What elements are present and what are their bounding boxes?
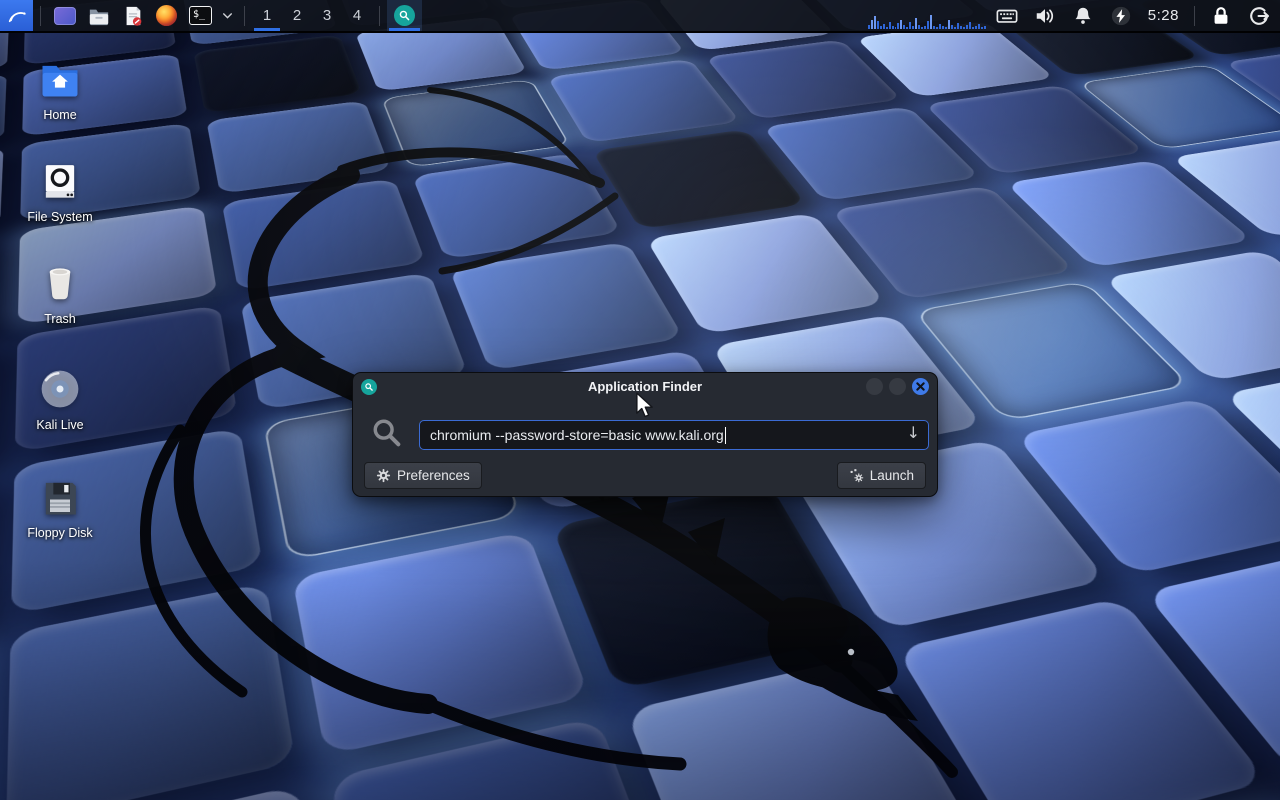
- command-input[interactable]: chromium --password-store=basic www.kali…: [419, 420, 929, 450]
- file-manager-launcher[interactable]: [82, 0, 116, 31]
- cube: [381, 79, 570, 168]
- panel-separator: [379, 6, 380, 26]
- launch-label: Launch: [870, 468, 914, 483]
- workspace-3-label: 3: [323, 7, 331, 24]
- taskbar-application-finder[interactable]: [387, 0, 422, 31]
- desktop-icon-label: Trash: [44, 312, 76, 326]
- application-finder-task-icon: [394, 5, 415, 26]
- cube: [412, 153, 622, 259]
- text-editor-icon: [122, 5, 144, 27]
- kali-logo-icon: [6, 5, 27, 27]
- show-desktop-icon: [54, 7, 76, 25]
- trash-can-icon: [39, 262, 81, 304]
- preferences-button[interactable]: Preferences: [364, 462, 482, 489]
- cube: [592, 129, 806, 229]
- firefox-launcher[interactable]: [150, 0, 183, 31]
- terminal-icon: $_: [189, 6, 212, 25]
- desktop-icon-trash[interactable]: Trash: [8, 262, 112, 326]
- top-panel: $_ 1 2 3 4: [0, 0, 1280, 33]
- panel-separator: [244, 6, 245, 26]
- cube: [193, 34, 362, 113]
- chevron-down-icon: [221, 9, 234, 22]
- notifications-bell-icon[interactable]: [1072, 5, 1094, 27]
- log-out-icon[interactable]: [1248, 5, 1270, 27]
- hard-drive-icon: [39, 160, 81, 202]
- desktop-icon-label: Kali Live: [36, 418, 83, 432]
- show-desktop-button[interactable]: [48, 0, 82, 31]
- desktop-icon-label: Home: [43, 108, 76, 122]
- home-folder-icon: [39, 58, 81, 100]
- firefox-icon: [156, 5, 177, 26]
- panel-left-group: $_ 1 2 3 4: [0, 0, 422, 31]
- text-caret: [725, 427, 727, 444]
- terminal-launcher[interactable]: $_: [183, 0, 218, 31]
- folder-icon: [88, 5, 110, 27]
- cube: [0, 146, 4, 251]
- power-manager-icon[interactable]: [1110, 5, 1132, 27]
- cube: [449, 242, 684, 371]
- mouse-cursor: [634, 392, 656, 418]
- cube: [206, 100, 391, 194]
- workspace-1[interactable]: 1: [252, 0, 282, 31]
- launch-button[interactable]: Launch: [837, 462, 926, 489]
- workspace-1-label: 1: [263, 7, 271, 24]
- desktop: $_ 1 2 3 4: [0, 0, 1280, 800]
- cube: [6, 583, 296, 800]
- gear-icon: [376, 468, 391, 483]
- cube: [547, 59, 740, 143]
- desktop-icon-label: Floppy Disk: [27, 526, 92, 540]
- workspace-2[interactable]: 2: [282, 0, 312, 31]
- desktop-icon-file-system[interactable]: File System: [8, 160, 112, 224]
- cube: [0, 74, 7, 161]
- workspace-2-label: 2: [293, 7, 301, 24]
- clock[interactable]: 5:28: [1148, 7, 1179, 24]
- command-input-value: chromium --password-store=basic www.kali…: [430, 427, 724, 443]
- maximize-button[interactable]: [889, 378, 906, 395]
- terminal-dropdown[interactable]: [218, 0, 237, 31]
- launch-icon: [849, 468, 864, 483]
- cube: [292, 531, 590, 756]
- panel-separator: [40, 6, 41, 26]
- desktop-icon-floppy-disk[interactable]: Floppy Disk: [8, 476, 112, 540]
- keyboard-icon[interactable]: [996, 5, 1018, 27]
- workspace-4[interactable]: 4: [342, 0, 372, 31]
- search-icon: [371, 417, 403, 449]
- dialog-button-row: Preferences: [364, 462, 926, 489]
- lock-screen-icon[interactable]: [1210, 5, 1232, 27]
- application-finder-window: Application Finder chromium --password-s…: [352, 372, 938, 497]
- desktop-icon-home[interactable]: Home: [8, 58, 112, 122]
- applications-menu-button[interactable]: [0, 0, 33, 31]
- close-button[interactable]: [912, 378, 929, 395]
- cpu-graph[interactable]: [866, 0, 988, 31]
- preferences-label: Preferences: [397, 468, 470, 483]
- dropdown-arrow-icon[interactable]: ↓: [907, 423, 920, 442]
- volume-icon[interactable]: [1034, 5, 1056, 27]
- floppy-disk-icon: [39, 476, 81, 518]
- workspace-3[interactable]: 3: [312, 0, 342, 31]
- panel-separator: [1194, 6, 1195, 26]
- close-icon: [916, 382, 925, 391]
- desktop-icon-label: File System: [27, 210, 92, 224]
- cube: [222, 178, 426, 291]
- optical-disc-icon: [39, 368, 81, 410]
- workspace-4-label: 4: [353, 7, 361, 24]
- minimize-button[interactable]: [866, 378, 883, 395]
- desktop-icon-kali-live[interactable]: Kali Live: [8, 368, 112, 432]
- text-editor-launcher[interactable]: [116, 0, 150, 31]
- panel-right-group: 5:28: [866, 0, 1280, 31]
